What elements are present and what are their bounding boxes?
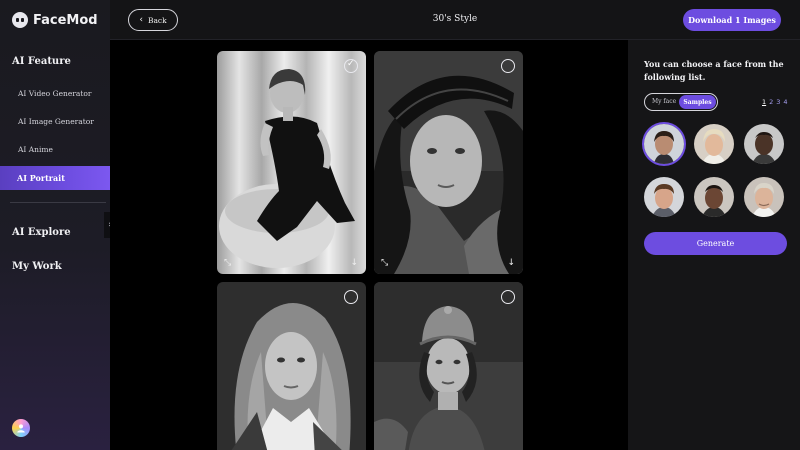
photo-select-checkbox[interactable] xyxy=(501,290,515,304)
sidebar-item-ai-anime[interactable]: AI Anime xyxy=(18,145,53,154)
chevron-left-icon: ‹ xyxy=(139,15,143,25)
sidebar-section-my-work[interactable]: My Work xyxy=(12,261,62,272)
generate-button[interactable]: Generate xyxy=(644,232,787,255)
back-button-label: Back xyxy=(147,15,167,25)
face-thumbnail xyxy=(644,177,684,217)
sidebar: FaceMod AI Feature AI Video Generator AI… xyxy=(0,0,110,450)
gallery-photo-2[interactable]: ⤡ ↓ xyxy=(374,51,523,274)
face-pagination: 1 2 3 4 xyxy=(762,98,788,106)
face-thumbnail xyxy=(744,177,784,217)
sidebar-item-ai-image-generator[interactable]: AI Image Generator xyxy=(18,117,94,126)
sidebar-item-ai-portrait[interactable]: AI Portrait xyxy=(0,166,110,190)
download-icon[interactable]: ↓ xyxy=(507,258,515,268)
face-thumbnail xyxy=(694,124,734,164)
portrait-woman-beret xyxy=(374,51,523,274)
portrait-woman-hat-uniform xyxy=(374,282,523,450)
app-logo[interactable]: FaceMod xyxy=(12,12,98,28)
sidebar-section-ai-explore[interactable]: AI Explore xyxy=(12,227,71,238)
face-thumbnail xyxy=(694,177,734,217)
portrait-gallery: ⤡ ↓ ⤡ ↓ xyxy=(110,40,628,450)
portrait-woman-long-hair xyxy=(217,282,366,450)
photo-select-checkbox[interactable] xyxy=(501,59,515,73)
face-thumbnail xyxy=(644,124,684,164)
user-avatar[interactable] xyxy=(12,419,30,437)
face-sample-5[interactable] xyxy=(694,177,734,217)
user-icon xyxy=(17,424,25,433)
sidebar-divider xyxy=(10,202,106,203)
face-sample-3[interactable] xyxy=(744,124,784,164)
page-1[interactable]: 1 xyxy=(762,98,766,106)
expand-icon[interactable]: ⤡ xyxy=(224,258,231,268)
face-instruction: You can choose a face from the following… xyxy=(644,59,784,82)
face-sample-4[interactable] xyxy=(644,177,684,217)
gallery-photo-3[interactable] xyxy=(217,282,366,450)
sidebar-section-ai-feature[interactable]: AI Feature xyxy=(12,56,71,67)
expand-icon[interactable]: ⤡ xyxy=(381,258,388,268)
face-sample-2[interactable] xyxy=(694,124,734,164)
face-selection-panel: You can choose a face from the following… xyxy=(628,40,800,450)
photo-select-checkbox[interactable] xyxy=(344,59,358,73)
face-sample-6[interactable] xyxy=(744,177,784,217)
face-source-toggle[interactable]: My face Samples xyxy=(644,93,718,111)
sidebar-item-ai-video-generator[interactable]: AI Video Generator xyxy=(18,89,91,98)
page-title: 30's Style xyxy=(432,14,478,24)
app-name: FaceMod xyxy=(33,12,98,28)
face-sample-1[interactable] xyxy=(644,124,684,164)
back-button[interactable]: ‹ Back xyxy=(128,9,178,31)
page-3[interactable]: 3 xyxy=(776,98,780,106)
top-bar: ‹ Back 30's Style Download 1 Images xyxy=(110,0,800,40)
gallery-photo-4[interactable] xyxy=(374,282,523,450)
toggle-my-face[interactable]: My face xyxy=(652,98,676,105)
sidebar-item-label: AI Portrait xyxy=(17,173,65,183)
download-icon[interactable]: ↓ xyxy=(350,258,358,268)
face-thumbnail xyxy=(744,124,784,164)
download-button[interactable]: Download 1 Images xyxy=(683,9,781,31)
photo-select-checkbox[interactable] xyxy=(344,290,358,304)
page-2[interactable]: 2 xyxy=(769,98,773,106)
toggle-samples[interactable]: Samples xyxy=(679,95,716,109)
portrait-woman-black-dress xyxy=(217,51,366,274)
page-4[interactable]: 4 xyxy=(783,98,787,106)
gallery-photo-1[interactable]: ⤡ ↓ xyxy=(217,51,366,274)
facemod-logo-icon xyxy=(12,12,28,28)
